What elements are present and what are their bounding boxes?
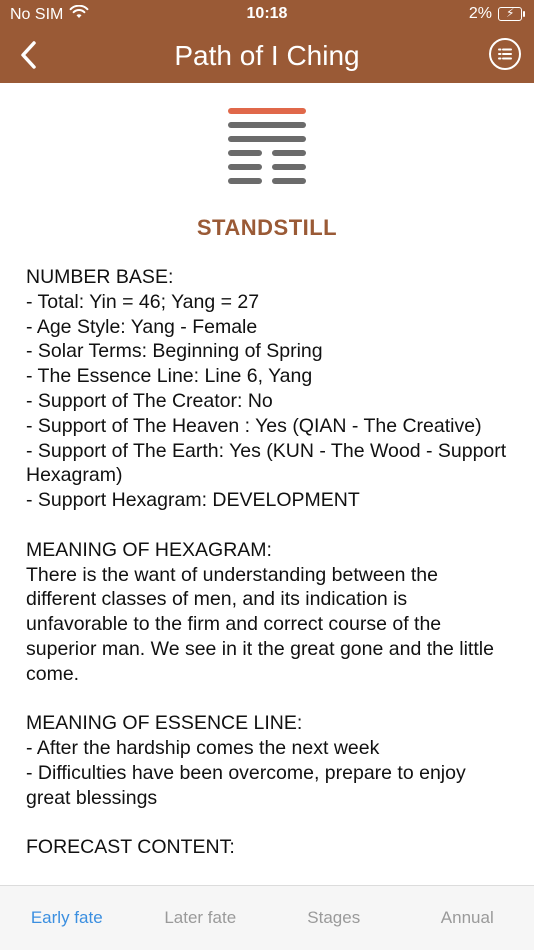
- status-bar: No SIM 10:18 2% ⚡: [0, 0, 534, 28]
- line-segment: [228, 122, 306, 128]
- tab-annual[interactable]: Annual: [401, 886, 534, 950]
- meaning-hexagram-text: There is the want of understanding betwe…: [26, 563, 494, 685]
- line-segment: [228, 150, 262, 156]
- menu-button[interactable]: [489, 38, 521, 70]
- number-base-item: - Support of The Heaven : Yes (QIAN - Th…: [26, 414, 482, 437]
- tab-bar: Early fate Later fate Stages Annual: [0, 885, 534, 950]
- yin-line: [228, 178, 306, 184]
- yin-line: [228, 164, 306, 170]
- yang-line: [228, 122, 306, 128]
- hexagram-symbol: [228, 108, 306, 192]
- line-segment: [228, 178, 262, 184]
- number-base-item: - Solar Terms: Beginning of Spring: [26, 340, 323, 363]
- number-base-item: - Total: Yin = 46; Yang = 27: [26, 290, 260, 313]
- page-title: Path of I Ching: [174, 40, 360, 71]
- yang-line: [228, 108, 306, 114]
- content-scroll[interactable]: STANDSTILL NUMBER BASE: - Total: Yin = 4…: [0, 83, 534, 863]
- hexagram-name: STANDSTILL: [196, 215, 338, 240]
- battery-percent: 2%: [468, 5, 492, 22]
- line-segment: [272, 178, 306, 184]
- status-time: 10:18: [246, 5, 288, 22]
- line-segment: [272, 150, 306, 156]
- tab-early-fate[interactable]: Early fate: [0, 886, 134, 950]
- battery-charging-icon: ⚡: [498, 6, 525, 21]
- number-base-item: - Age Style: Yang - Female: [26, 315, 258, 338]
- yin-line: [228, 150, 306, 156]
- tab-stages[interactable]: Stages: [267, 886, 401, 950]
- line-segment: [228, 164, 262, 170]
- meaning-essence-item: - After the hardship comes the next week: [26, 737, 380, 760]
- status-right: 2% ⚡: [468, 5, 525, 23]
- line-segment: [228, 136, 306, 142]
- line-segment: [228, 108, 306, 114]
- number-base-item: - Support Hexagram: DEVELOPMENT: [26, 489, 360, 512]
- line-segment: [272, 164, 306, 170]
- forecast-heading: FORECAST CONTENT:: [26, 836, 235, 859]
- number-base-item: - Support of The Creator: No: [26, 389, 273, 412]
- number-base-item: - Support of The Earth: Yes (KUN - The W…: [26, 439, 507, 487]
- meaning-essence-item: - Difficulties have been overcome, prepa…: [26, 761, 466, 809]
- yang-line: [228, 136, 306, 142]
- meaning-hexagram-heading: MEANING OF HEXAGRAM:: [26, 538, 272, 561]
- nav-bar: Path of I Ching: [0, 28, 534, 83]
- number-base-item: - The Essence Line: Line 6, Yang: [26, 365, 313, 388]
- meaning-essence-heading: MEANING OF ESSENCE LINE:: [26, 712, 303, 735]
- hexagram-details: NUMBER BASE: - Total: Yin = 46; Yang = 2…: [26, 265, 512, 860]
- list-circle-icon: [498, 48, 512, 60]
- tab-later-fate[interactable]: Later fate: [134, 886, 268, 950]
- number-base-heading: NUMBER BASE:: [26, 266, 174, 288]
